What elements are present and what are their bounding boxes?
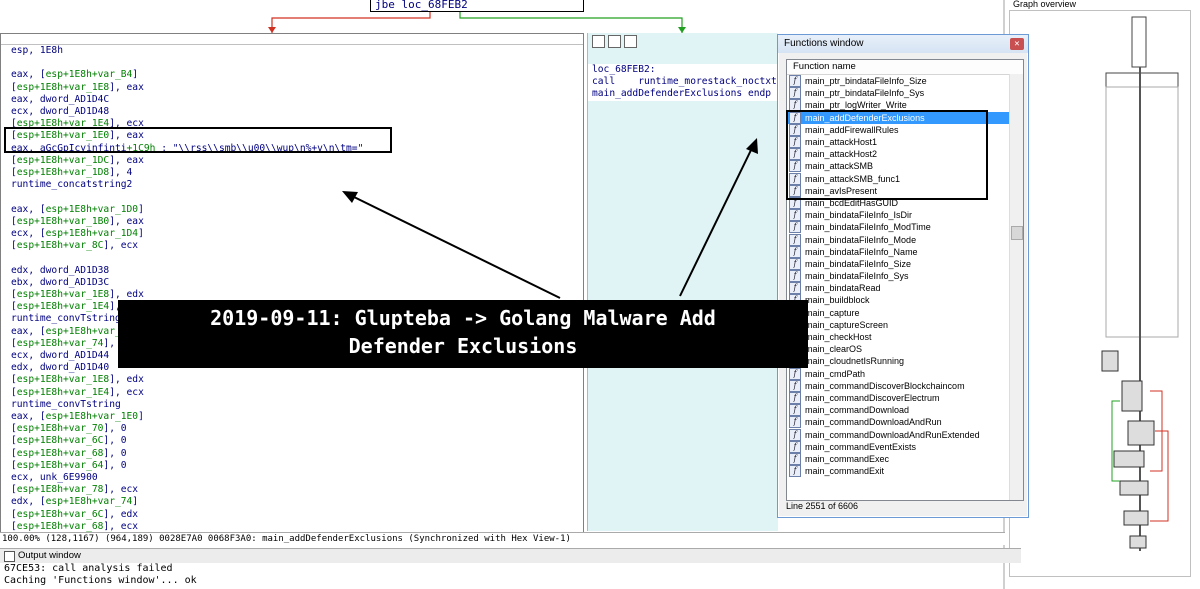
banner-line-1: 2019-09-11: Glupteba -> Golang Malware A… bbox=[210, 306, 716, 330]
banner-line-2: Defender Exclusions bbox=[348, 334, 578, 358]
annotation-arrows bbox=[342, 138, 758, 299]
title-banner: 2019-09-11: Glupteba -> Golang Malware A… bbox=[118, 300, 808, 368]
